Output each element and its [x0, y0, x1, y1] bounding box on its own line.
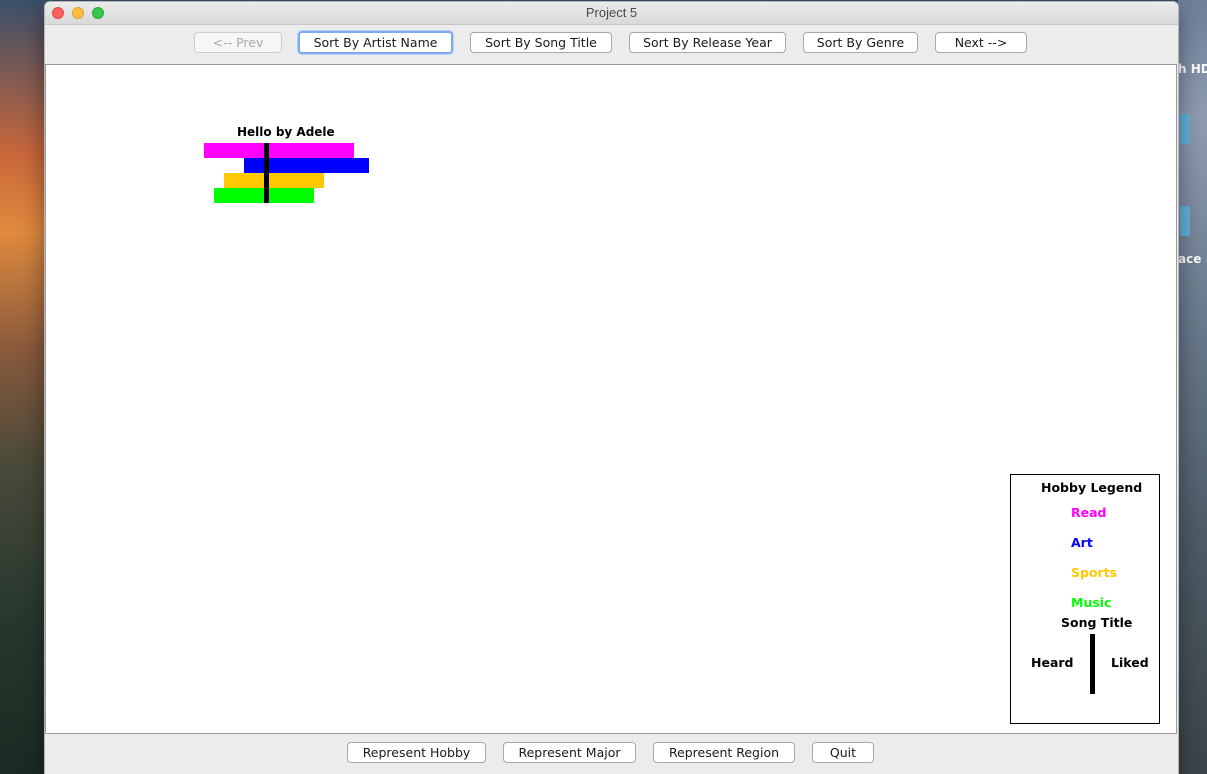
legend-heard-label: Heard	[1031, 655, 1074, 670]
legend-item-read: Read	[1071, 505, 1107, 520]
sort-by-song-title-button[interactable]: Sort By Song Title	[470, 32, 612, 53]
glyph-bar-sports	[224, 173, 324, 188]
represent-major-button[interactable]: Represent Major	[503, 742, 636, 763]
glyph-bar-art	[244, 158, 369, 173]
legend-song-title: Song Title	[1061, 615, 1133, 630]
legend-item-music: Music	[1071, 595, 1112, 610]
drive-icon[interactable]	[1180, 206, 1190, 236]
sort-by-release-year-button[interactable]: Sort By Release Year	[629, 32, 786, 53]
sort-by-artist-button[interactable]: Sort By Artist Name	[298, 31, 453, 54]
legend-liked-label: Liked	[1111, 655, 1149, 670]
glyph-song-title: Hello by Adele	[237, 125, 335, 139]
represent-hobby-button[interactable]: Represent Hobby	[347, 742, 486, 763]
legend-item-sports: Sports	[1071, 565, 1118, 580]
quit-button[interactable]: Quit	[812, 742, 874, 763]
legend-center-line	[1090, 634, 1095, 694]
drive-icon[interactable]	[1180, 114, 1190, 144]
legend-title: Hobby Legend	[1041, 480, 1143, 495]
represent-region-button[interactable]: Represent Region	[653, 742, 795, 763]
next-button[interactable]: Next -->	[935, 32, 1027, 53]
glyph-canvas: Hello by Adele Hobby Legend Read Art Spo…	[45, 64, 1177, 734]
app-window: Project 5 <-- Prev Sort By Artist Name S…	[45, 2, 1178, 774]
window-title: Project 5	[585, 5, 638, 20]
desktop-drive-label: h HD	[1178, 62, 1207, 76]
title-bar[interactable]: Project 5	[45, 2, 1178, 25]
prev-button[interactable]: <-- Prev	[194, 32, 282, 53]
sort-by-genre-button[interactable]: Sort By Genre	[803, 32, 918, 53]
glyph-bar-read	[204, 143, 354, 158]
hobby-legend: Hobby Legend Read Art Sports Music Song …	[1010, 474, 1160, 724]
glyph-center-line	[264, 143, 269, 203]
desktop-item-label: ace	[1178, 252, 1202, 266]
legend-item-art: Art	[1071, 535, 1093, 550]
